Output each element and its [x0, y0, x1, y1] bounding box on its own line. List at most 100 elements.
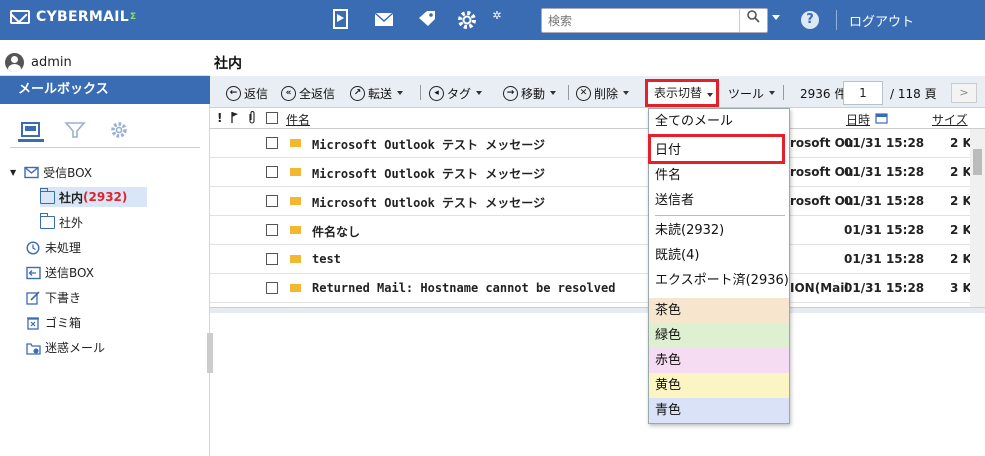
tag-button[interactable]: ◂ タグ	[429, 84, 483, 102]
sidebar-item-label: 社内	[59, 190, 84, 205]
logo-text: CYBERMAIL	[36, 9, 130, 25]
inbox-icon	[24, 166, 39, 179]
address-book-icon[interactable]	[328, 8, 354, 35]
row-date: 01/31 15:28	[844, 194, 925, 208]
cybermail-logo[interactable]: CYBERMAIL Σ	[10, 9, 136, 25]
delete-button[interactable]: ✕ 削除	[576, 84, 630, 102]
move-button[interactable]: → 移動	[503, 84, 557, 102]
mail-icon[interactable]	[371, 8, 397, 35]
row-subject[interactable]: Microsoft Outlook テスト メッセージ	[312, 194, 545, 211]
calendar-icon[interactable]	[875, 112, 888, 127]
unread-count: (2932)	[83, 190, 128, 204]
date-highlight-box	[648, 134, 785, 164]
small-gear-icon[interactable]: ✲	[484, 4, 510, 28]
menu-item-green[interactable]: 緑色	[649, 323, 789, 348]
tools-button[interactable]: ツール	[728, 84, 776, 102]
delete-icon: ✕	[576, 85, 591, 101]
reply-label: 返信	[244, 86, 269, 101]
row-subject[interactable]: test	[312, 252, 341, 266]
row-subject[interactable]: Microsoft Outlook テスト メッセージ	[312, 165, 545, 182]
row-checkbox[interactable]	[266, 137, 278, 149]
clock-icon	[26, 240, 41, 255]
forward-button[interactable]: ↗ 転送	[350, 84, 404, 102]
menu-item-red[interactable]: 赤色	[649, 348, 789, 373]
search-options-caret-icon[interactable]	[772, 15, 780, 20]
settings-gear-icon[interactable]	[454, 8, 480, 37]
row-size: 2 K	[950, 165, 972, 179]
menu-item-read[interactable]: 既読(4)	[649, 243, 789, 268]
menu-item-subject[interactable]: 件名	[649, 163, 789, 188]
logout-link[interactable]: ログアウト	[849, 11, 914, 30]
user-bar: admin	[0, 40, 210, 76]
sidebar-item-trash[interactable]: ゴミ箱	[26, 312, 81, 332]
row-date: 01/31 15:28	[844, 223, 925, 237]
row-checkbox[interactable]	[266, 253, 278, 265]
table-row[interactable]: Microsoft Outlook テスト メッセージ rosoft Ou 01…	[210, 129, 972, 158]
sidebar-item-inbox[interactable]: ▼ 受信BOX	[10, 162, 92, 182]
mailbox-tab-icon[interactable]	[18, 120, 44, 142]
folder-icon	[40, 212, 55, 229]
next-page-button[interactable]: >	[951, 83, 977, 103]
size-column-header[interactable]: サイズ	[932, 111, 968, 128]
menu-item-brown[interactable]: 茶色	[649, 298, 789, 323]
filter-tab-icon[interactable]	[62, 120, 88, 142]
row-checkbox[interactable]	[266, 224, 278, 236]
sidebar-item-internal[interactable]: 社内 (2932)	[40, 187, 148, 207]
date-column-header[interactable]: 日時	[846, 111, 870, 128]
pencil-icon	[26, 290, 41, 305]
row-checkbox[interactable]	[266, 282, 278, 294]
table-row[interactable]: test 01/31 15:28 2 K	[210, 245, 972, 274]
sidebar-item-label: 未処理	[45, 240, 82, 255]
row-subject[interactable]: 件名なし	[312, 223, 360, 240]
sidebar-item-pending[interactable]: 未処理	[26, 237, 81, 257]
menu-item-exported[interactable]: エクスポート済(2936)	[649, 268, 789, 293]
reply-all-label: 全返信	[299, 86, 336, 101]
menu-item-sender[interactable]: 送信者	[649, 188, 789, 213]
chevron-down-icon	[397, 91, 404, 95]
table-row[interactable]: 件名なし 01/31 15:28 2 K	[210, 216, 972, 245]
unread-envelope-icon	[290, 255, 301, 263]
sidebar-resize-handle[interactable]	[207, 333, 213, 373]
row-date: 01/31 15:28	[844, 136, 925, 150]
tag-icon[interactable]	[414, 8, 440, 35]
reply-all-button[interactable]: «全返信	[281, 84, 335, 102]
collapse-arrow-icon[interactable]: ▼	[10, 168, 16, 177]
preview-splitter[interactable]	[210, 307, 985, 313]
row-size: 2 K	[950, 223, 972, 237]
help-icon[interactable]: ?	[801, 11, 819, 29]
subject-column-header[interactable]: 件名	[286, 111, 310, 128]
table-row[interactable]: Microsoft Outlook テスト メッセージ rosoft Ou 01…	[210, 158, 972, 187]
spam-folder-icon	[26, 341, 41, 355]
search-input[interactable]	[542, 9, 738, 32]
tag-circle-icon: ◂	[429, 85, 444, 101]
row-checkbox[interactable]	[266, 166, 278, 178]
display-toggle-button[interactable]: 表示切替	[645, 79, 719, 107]
list-scrollbar[interactable]	[970, 129, 985, 307]
menu-item-blue[interactable]: 青色	[649, 398, 789, 423]
row-subject[interactable]: Microsoft Outlook テスト メッセージ	[312, 136, 545, 153]
menu-item-all-mail[interactable]: 全てのメール	[649, 109, 789, 134]
select-all-checkbox[interactable]	[266, 112, 278, 124]
table-row[interactable]: Returned Mail: Hostname cannot be resolv…	[210, 274, 972, 303]
row-subject[interactable]: Returned Mail: Hostname cannot be resolv…	[312, 281, 615, 295]
flags-column-header[interactable]: !	[217, 111, 222, 125]
reply-button[interactable]: ← 返信	[226, 84, 268, 102]
menu-item-yellow[interactable]: 黄色	[649, 373, 789, 398]
sidebar-item-external[interactable]: 社外	[40, 212, 83, 232]
menu-item-unread[interactable]: 未読(2932)	[649, 218, 789, 243]
row-checkbox[interactable]	[266, 195, 278, 207]
search-icon[interactable]	[739, 9, 767, 32]
sidebar-item-drafts[interactable]: 下書き	[26, 287, 81, 307]
flag-icon[interactable]	[230, 111, 240, 126]
sidebar-item-sent[interactable]: 送信BOX	[26, 262, 94, 282]
logo-sigma: Σ	[130, 12, 137, 22]
page-number-input[interactable]: 1	[843, 81, 883, 105]
scrollbar-thumb[interactable]	[973, 149, 982, 175]
chevron-down-icon	[707, 93, 714, 97]
row-size: 2 K	[950, 136, 972, 150]
unread-envelope-icon	[290, 197, 301, 205]
settings-tab-gear-icon[interactable]	[106, 120, 132, 142]
table-row[interactable]: Microsoft Outlook テスト メッセージ rosoft Ou 01…	[210, 187, 972, 216]
sidebar-item-spam[interactable]: 迷惑メール	[26, 337, 105, 357]
attachment-icon[interactable]	[247, 111, 256, 127]
